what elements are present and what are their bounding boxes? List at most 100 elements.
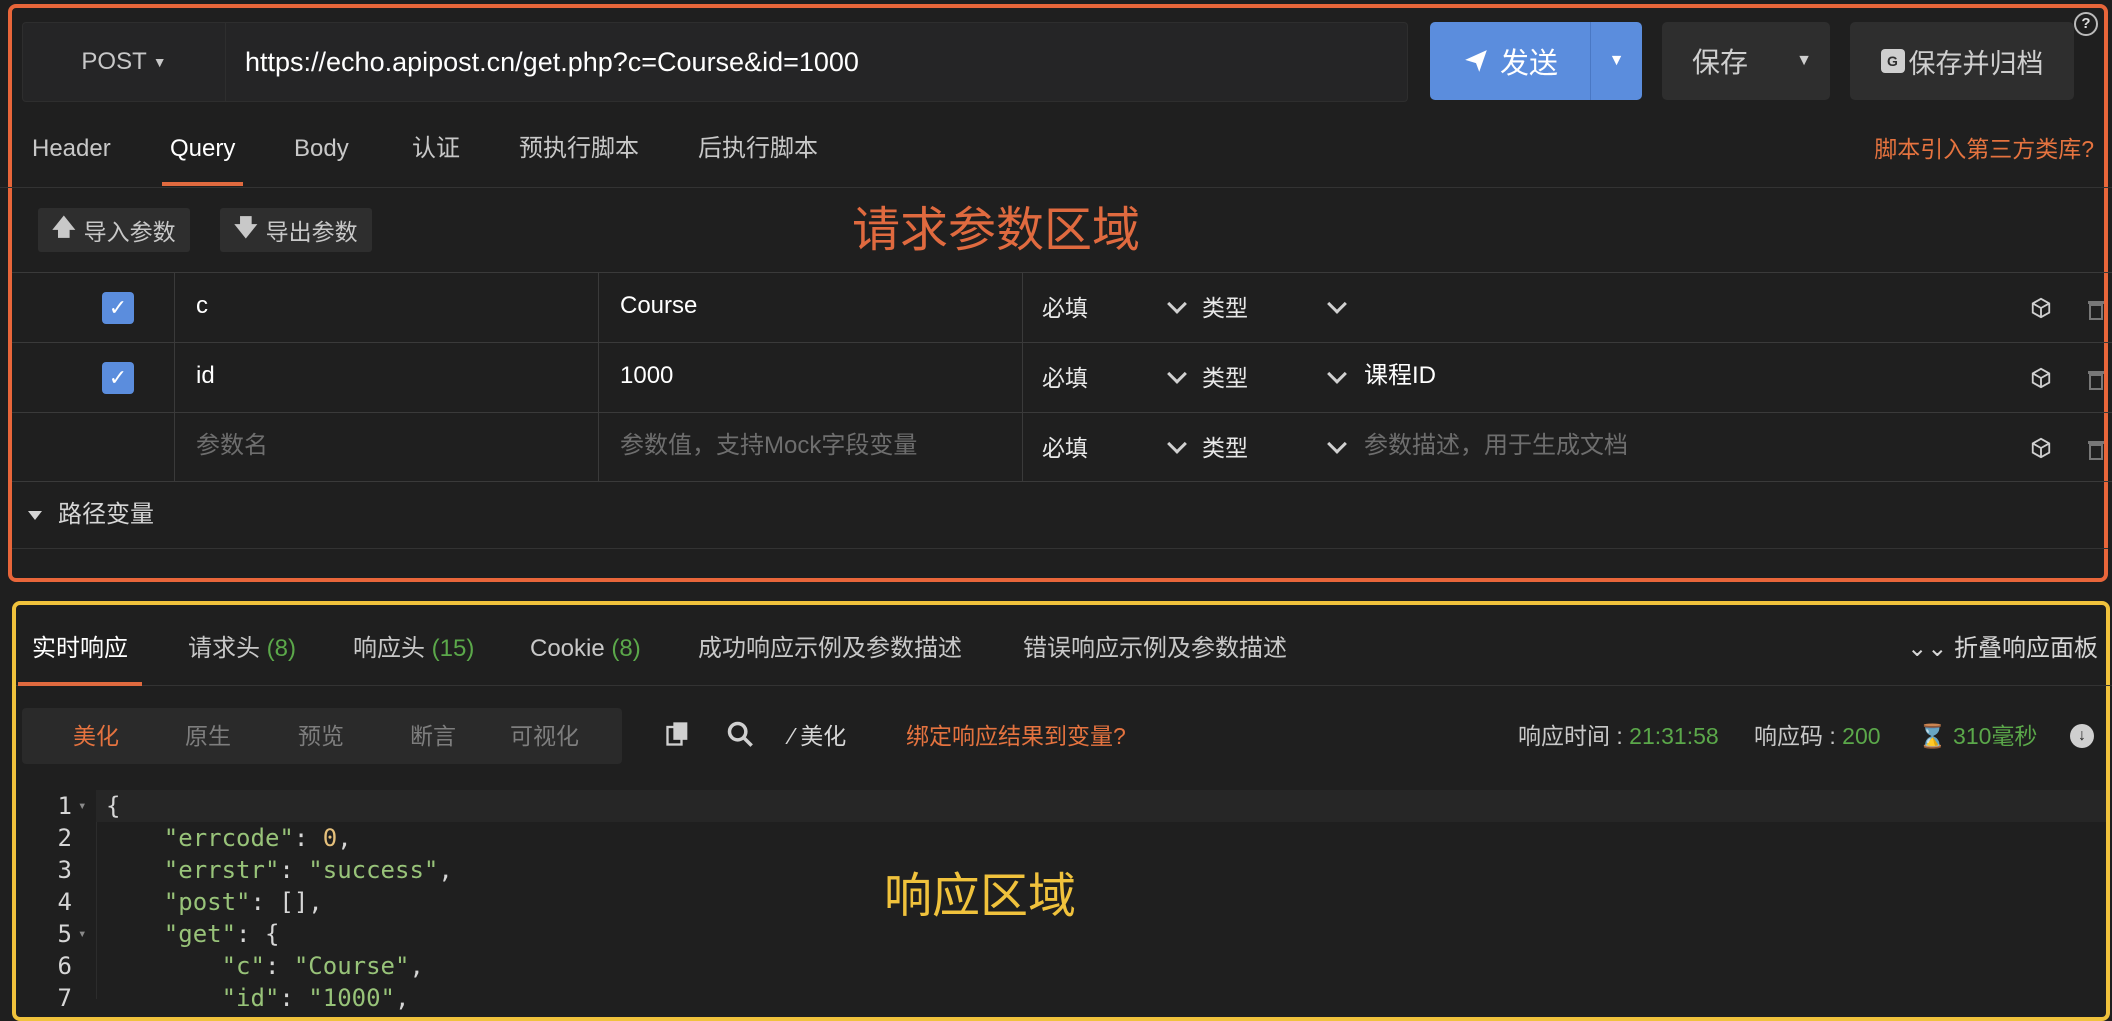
divider (1022, 343, 1023, 412)
type-select[interactable]: 类型 (1202, 343, 1248, 412)
code-line: 6 "c": "Course", (22, 950, 2108, 982)
tab-auth[interactable]: 认证 (412, 118, 460, 188)
bind-response-link[interactable]: 绑定响应结果到变量? (906, 708, 1126, 764)
tab-response-headers[interactable]: 响应头 (15) (353, 614, 474, 686)
divider (12, 548, 2108, 549)
tab-live-response[interactable]: 实时响应 (18, 614, 142, 686)
required-select[interactable]: 必填 (1042, 343, 1088, 412)
trash-icon[interactable] (2084, 297, 2112, 321)
send-label: 发送 (1499, 48, 1558, 80)
send-button[interactable]: 发送 (1430, 40, 1590, 82)
param-checkbox[interactable]: ✓ (102, 292, 134, 324)
copy-icon[interactable] (664, 720, 692, 748)
divider (598, 413, 599, 482)
fold-icon[interactable]: ▾ (78, 918, 86, 950)
arrow-up-icon: 🡅 (52, 213, 76, 240)
code-line: 2 "errcode": 0, (22, 822, 2108, 854)
mock-cube-icon[interactable] (2030, 297, 2052, 319)
tab-request-headers[interactable]: 请求头 (8) (188, 614, 296, 686)
tab-cookie[interactable]: Cookie (8) (530, 614, 641, 686)
collapse-panel-label: 折叠响应面板 (1954, 635, 2098, 662)
tab-success-example[interactable]: 成功响应示例及参数描述 (698, 614, 962, 686)
trash-icon[interactable] (2084, 437, 2112, 461)
chevron-down-icon[interactable] (1167, 434, 1187, 454)
view-mode-preview[interactable]: 预览 (298, 708, 344, 764)
search-icon[interactable] (726, 720, 754, 748)
save-dropdown-caret-icon[interactable]: ▼ (1778, 52, 1830, 70)
path-variables-label: 路径变量 (58, 501, 154, 528)
code-text: "c": "Course", (221, 952, 424, 980)
count-badge: (8) (611, 635, 641, 662)
tab-error-example[interactable]: 错误响应示例及参数描述 (1023, 614, 1287, 686)
trash-icon[interactable] (2084, 367, 2112, 391)
path-variables-toggle[interactable]: 路径变量 (28, 494, 154, 529)
url-input[interactable]: https://echo.apipost.cn/get.php?c=Course… (245, 23, 859, 101)
third-party-library-link[interactable]: 脚本引入第三方类库? (1874, 118, 2094, 180)
response-code: 响应码 : 200 (1754, 708, 1881, 764)
request-tabs: Header Query Body 认证 预执行脚本 后执行脚本 (0, 118, 2112, 188)
line-number: 2 (57, 824, 72, 852)
param-value-input[interactable]: Course (620, 273, 697, 342)
download-icon[interactable]: ↓ (2070, 724, 2094, 748)
mock-cube-icon[interactable] (2030, 367, 2052, 389)
line-number: 3 (57, 856, 72, 884)
tab-query[interactable]: Query (161, 118, 244, 188)
params-table: ✓ c Course 必填 类型 ✓ id 1000 必填 类型 课程ID 参数… (12, 272, 2112, 482)
view-mode-beautify[interactable]: 美化 (73, 708, 119, 764)
param-desc-input[interactable]: 课程ID (1364, 343, 1436, 412)
line-number: 7 (57, 984, 72, 1012)
chevron-down-icon[interactable] (1327, 294, 1347, 314)
send-dropdown-caret-icon[interactable]: ▼ (1591, 52, 1642, 70)
hourglass-icon: ⌛ (1918, 723, 1947, 749)
response-code-value: 200 (1842, 723, 1881, 749)
save-button[interactable]: 保存 (1662, 41, 1778, 81)
save-archive-label: 保存并归档 (1908, 48, 2044, 79)
param-name-placeholder[interactable]: 参数名 (196, 413, 268, 482)
export-params-button[interactable]: 🡇 导出参数 (220, 208, 372, 252)
tab-label: 成功响应示例及参数描述 (698, 635, 962, 662)
type-select[interactable]: 类型 (1202, 413, 1248, 482)
save-button-group: 保存 ▼ (1662, 22, 1830, 100)
tab-label: 错误响应示例及参数描述 (1023, 635, 1287, 662)
chevron-down-icon[interactable] (1167, 294, 1187, 314)
param-name-input[interactable]: c (196, 273, 208, 342)
param-value-placeholder[interactable]: 参数值，支持Mock字段变量 (620, 413, 917, 482)
tab-header[interactable]: Header (32, 118, 111, 188)
chevron-down-icon[interactable] (1327, 434, 1347, 454)
param-value-input[interactable]: 1000 (620, 343, 673, 412)
double-chevron-down-icon: ⌄⌄ (1907, 635, 1948, 662)
url-bar: POST ▼ https://echo.apipost.cn/get.php?c… (22, 22, 1408, 102)
param-name-input[interactable]: id (196, 343, 215, 412)
view-mode-raw[interactable]: 原生 (185, 708, 231, 764)
beautify-button[interactable]: ⁄ 美化 (790, 708, 846, 764)
code-text: "errcode": 0, (163, 824, 352, 852)
import-params-button[interactable]: 🡅 导入参数 (38, 208, 190, 252)
collapse-panel-button[interactable]: ⌄⌄ 折叠响应面板 (1907, 614, 2098, 684)
response-time-value: 21:31:58 (1629, 723, 1719, 749)
tab-label: 响应头 (353, 635, 425, 662)
fold-icon[interactable]: ▾ (78, 790, 86, 822)
view-mode-assert[interactable]: 断言 (410, 708, 456, 764)
send-button-group: 发送 ▼ (1430, 22, 1642, 100)
type-select[interactable]: 类型 (1202, 273, 1248, 342)
param-desc-placeholder[interactable]: 参数描述，用于生成文档 (1364, 413, 1628, 482)
count-badge: (8) (266, 635, 297, 662)
chevron-down-icon[interactable] (1327, 364, 1347, 384)
required-select[interactable]: 必填 (1042, 413, 1088, 482)
help-icon[interactable]: ? (2074, 12, 2098, 36)
param-checkbox[interactable]: ✓ (102, 362, 134, 394)
code-line: 7 "id": "1000", (22, 982, 2108, 1014)
tab-body[interactable]: Body (294, 118, 349, 188)
mock-cube-icon[interactable] (2030, 437, 2052, 459)
method-select[interactable]: POST ▼ (23, 23, 226, 101)
divider (598, 273, 599, 342)
save-archive-button[interactable]: G 保存并归档 (1850, 22, 2074, 100)
tab-post-script[interactable]: 后执行脚本 (698, 118, 818, 188)
response-time-label: 响应时间 : (1518, 723, 1630, 749)
code-text: "id": "1000", (221, 984, 410, 1012)
chevron-down-icon[interactable] (1167, 364, 1187, 384)
tab-pre-script[interactable]: 预执行脚本 (519, 118, 639, 188)
line-number: 6 (57, 952, 72, 980)
required-select[interactable]: 必填 (1042, 273, 1088, 342)
view-mode-visualize[interactable]: 可视化 (510, 708, 579, 764)
